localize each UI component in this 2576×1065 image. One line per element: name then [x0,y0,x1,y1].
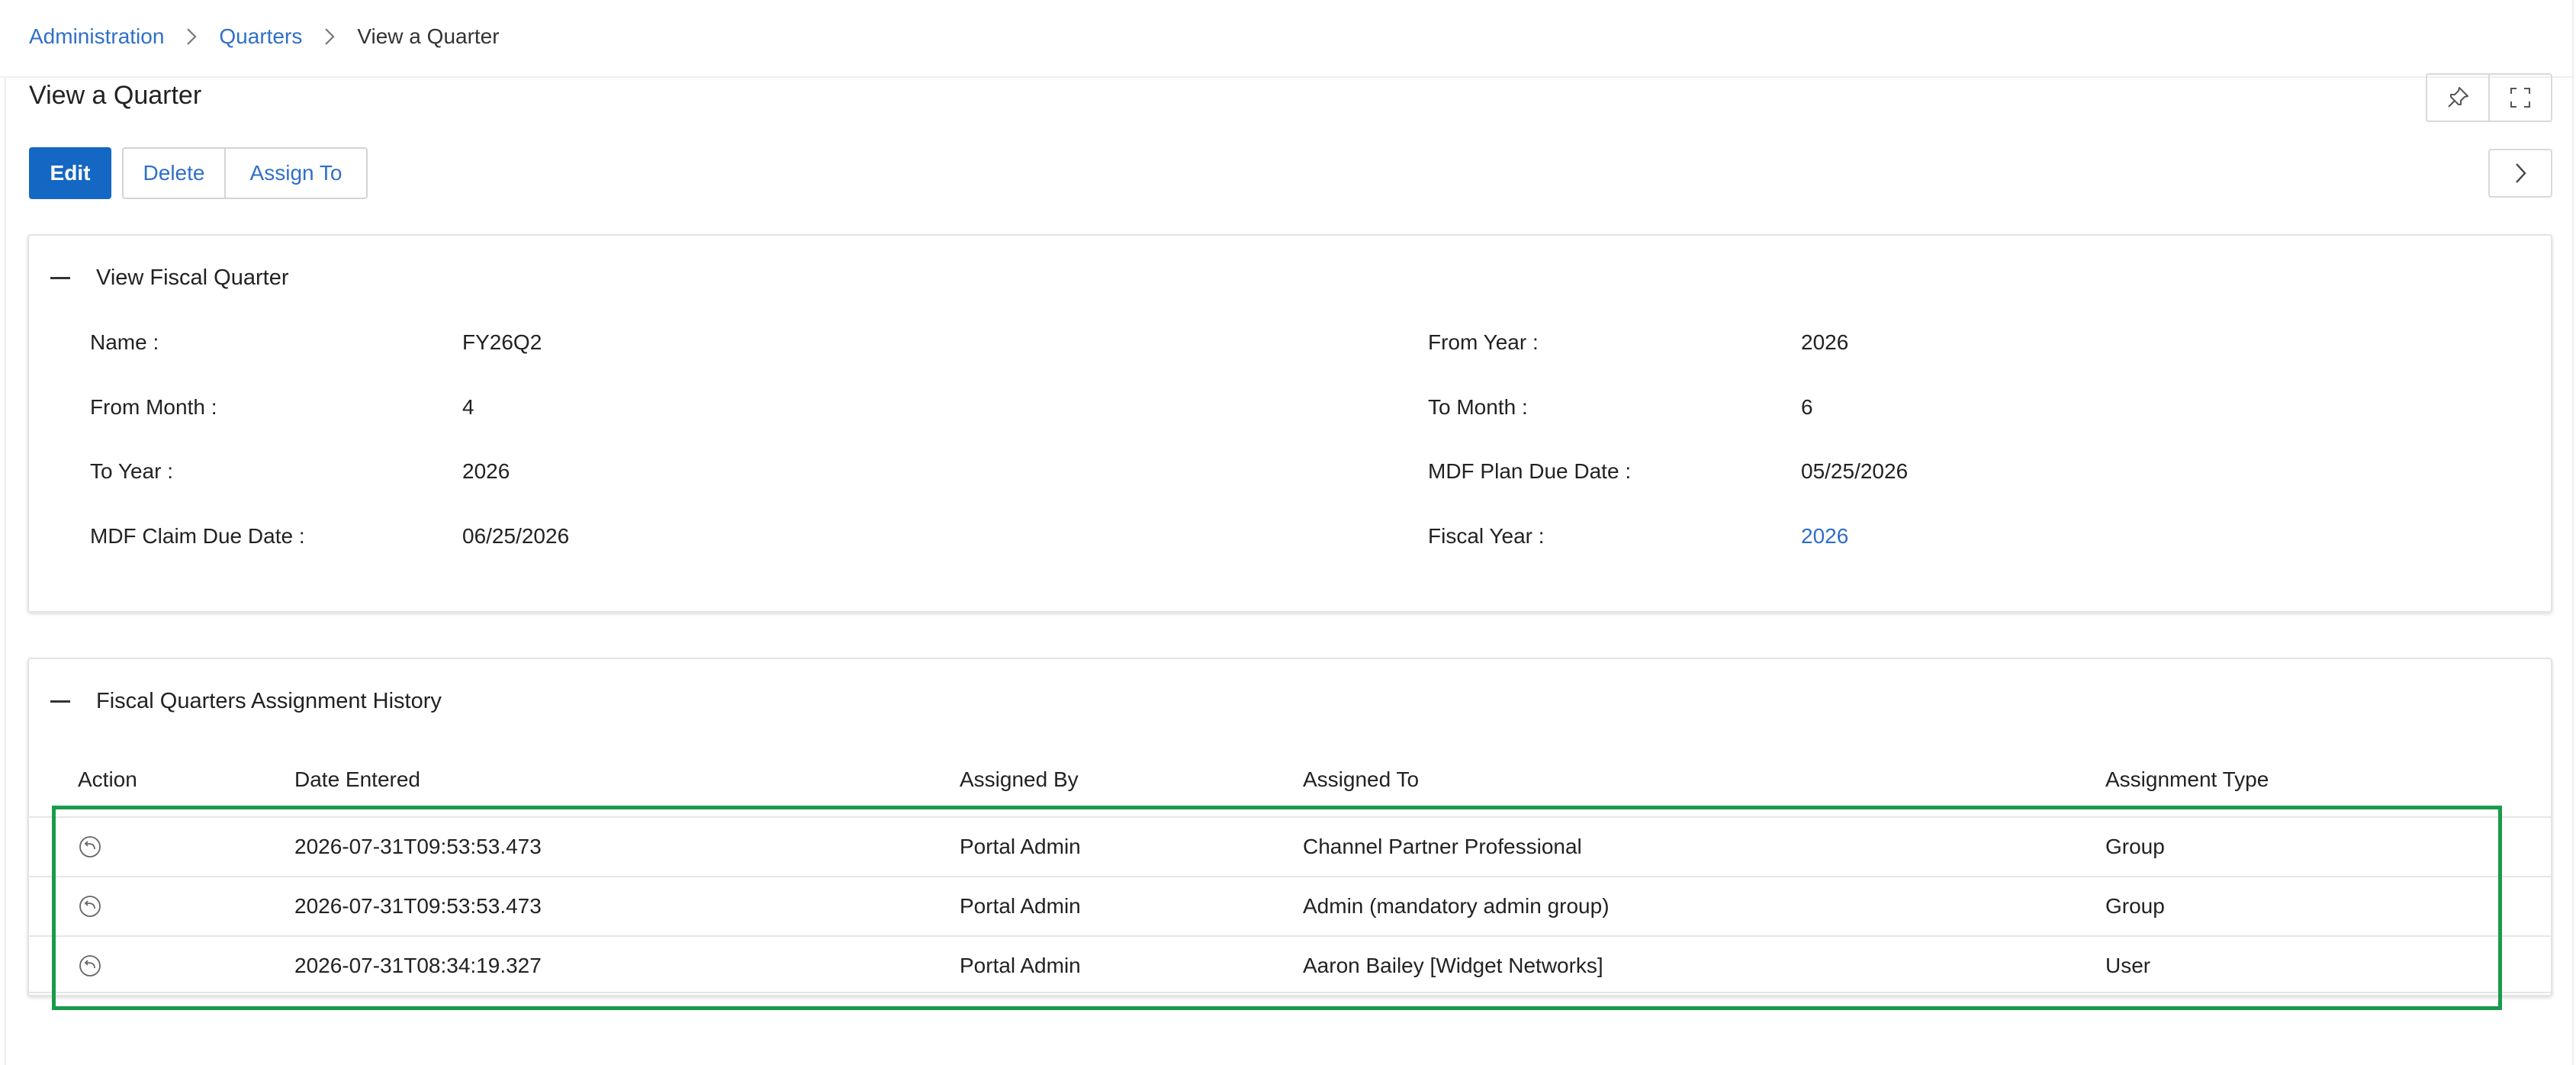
field-value-from-month: 4 [462,395,474,419]
assignment-type-cell: Group [2105,835,2165,858]
chevron-right-icon [302,21,357,52]
breadcrumb-quarters[interactable]: Quarters [219,24,302,49]
right-rule [2572,0,2574,1065]
header-divider [0,76,2572,78]
field-label-from-year: From Year : [1428,330,1539,354]
field-value-mdf-plan-due-date: 05/25/2026 [1801,459,1909,483]
page: Administration Quarters View a Quarter V… [0,0,2576,1065]
page-title: View a Quarter [29,81,202,110]
field-value-mdf-claim-due-date: 06/25/2026 [462,524,570,548]
field-label-to-month: To Month : [1428,395,1528,419]
assigned-by-cell: Portal Admin [960,954,1081,977]
date-entered-cell: 2026-07-31T08:34:19.327 [294,954,542,977]
undo-icon[interactable] [78,835,102,859]
breadcrumb: Administration Quarters View a Quarter [29,21,500,52]
column-header-assigned-to[interactable]: Assigned To [1303,764,1419,795]
field-value-name: FY26Q2 [462,330,542,354]
assigned-to-cell: Channel Partner Professional [1303,835,1582,858]
field-value-to-month: 6 [1801,395,1813,419]
assign-to-button[interactable]: Assign To [224,149,366,198]
panel-title: View Fiscal Quarter [96,265,289,290]
table-row: 2026-07-31T09:53:53.473 Portal Admin Cha… [27,816,2551,874]
minus-icon[interactable] [50,683,73,719]
field-value-to-year: 2026 [462,459,510,483]
assigned-to-cell: Admin (mandatory admin group) [1303,894,1610,918]
column-header-action[interactable]: Action [78,764,137,795]
assigned-by-cell: Portal Admin [960,835,1081,858]
field-label-to-year: To Year : [90,459,173,483]
left-rule [5,76,6,1065]
panel-header: View Fiscal Quarter [50,259,289,296]
next-button[interactable] [2488,149,2552,198]
column-header-date-entered[interactable]: Date Entered [294,764,420,795]
chevron-right-icon [2516,163,2526,183]
table-row: 2026-07-31T08:34:19.327 Portal Admin Aar… [27,935,2551,993]
pin-icon [2448,87,2468,108]
fullscreen-button[interactable] [2488,75,2551,121]
field-label-name: Name : [90,330,159,354]
column-header-assignment-type[interactable]: Assignment Type [2105,764,2269,795]
minus-icon[interactable] [50,259,73,296]
field-label-fiscal-year: Fiscal Year : [1428,524,1545,548]
action-button-group: Delete Assign To [122,147,368,199]
delete-button[interactable]: Delete [124,149,224,198]
panel-header: Fiscal Quarters Assignment History [50,683,442,719]
date-entered-cell: 2026-07-31T09:53:53.473 [294,835,542,858]
field-label-mdf-plan-due-date: MDF Plan Due Date : [1428,459,1632,483]
view-controls [2426,73,2552,122]
undo-icon[interactable] [78,894,102,919]
field-value-from-year: 2026 [1801,330,1849,354]
undo-icon[interactable] [78,954,102,978]
view-fiscal-quarter-panel: View Fiscal Quarter Name : FY26Q2 From M… [27,234,2552,613]
chevron-right-icon [164,21,219,52]
breadcrumb-current: View a Quarter [357,24,500,48]
assignment-type-cell: Group [2105,894,2165,918]
date-entered-cell: 2026-07-31T09:53:53.473 [294,894,542,918]
edit-button[interactable]: Edit [29,147,111,199]
pin-button[interactable] [2427,75,2488,121]
fiscal-year-link[interactable]: 2026 [1801,521,1848,552]
column-header-assigned-by[interactable]: Assigned By [960,764,1079,795]
assignment-type-cell: User [2105,954,2151,977]
breadcrumb-administration[interactable]: Administration [29,24,164,49]
assigned-by-cell: Portal Admin [960,894,1081,918]
field-label-mdf-claim-due-date: MDF Claim Due Date : [90,524,305,548]
fullscreen-icon [2510,88,2530,108]
table-row: 2026-07-31T09:53:53.473 Portal Admin Adm… [27,876,2551,934]
panel-title: Fiscal Quarters Assignment History [96,688,442,713]
field-label-from-month: From Month : [90,395,217,419]
assigned-to-cell: Aaron Bailey [Widget Networks] [1303,954,1603,977]
